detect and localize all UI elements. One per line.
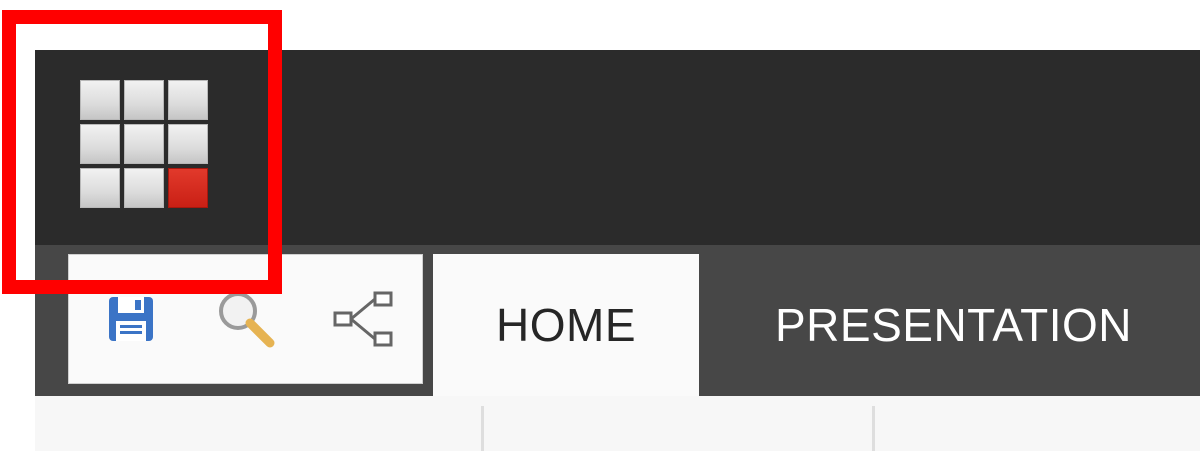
ribbon-content-area [35,396,1200,451]
launcher-tile [124,168,164,208]
page-top-margin [0,0,1200,50]
share-icon [333,291,393,347]
search-icon [219,292,275,348]
app-launcher-grid-icon[interactable] [80,80,210,210]
tab-home[interactable]: HOME [433,254,699,396]
tab-presentation[interactable]: PRESENTATION [740,254,1160,396]
launcher-tile [168,80,208,120]
launcher-tile [80,124,120,164]
ribbon-group-divider [481,406,484,451]
ribbon-group-divider [872,406,875,451]
launcher-tile [124,80,164,120]
save-button[interactable] [99,287,163,351]
save-icon [109,297,153,341]
launcher-tile [168,124,208,164]
tab-presentation-label: PRESENTATION [775,299,1132,351]
launcher-tile [80,80,120,120]
search-button[interactable] [214,287,278,351]
tab-home-label: HOME [496,299,636,351]
launcher-tile-accent [168,168,208,208]
launcher-tile [124,124,164,164]
quick-access-toolbar [68,254,423,384]
launcher-tile [80,168,120,208]
share-button[interactable] [331,287,395,351]
